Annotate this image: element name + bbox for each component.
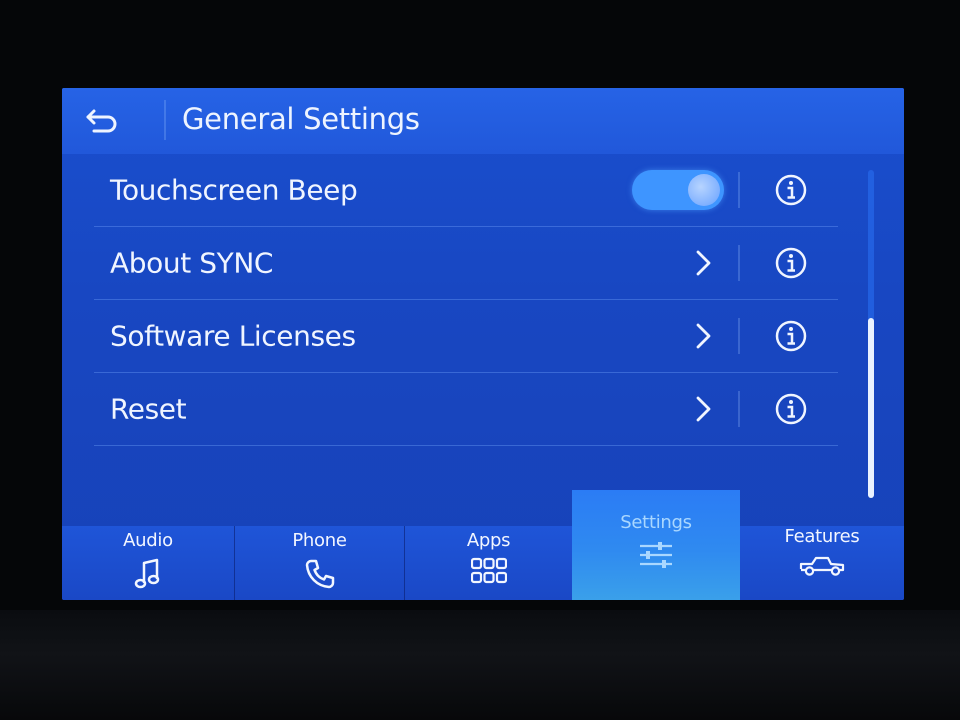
page-title: General Settings — [182, 102, 420, 136]
toggle-knob — [688, 174, 720, 206]
tab-audio[interactable]: Audio — [62, 526, 234, 600]
info-icon[interactable] — [774, 392, 808, 426]
info-icon[interactable] — [774, 173, 808, 207]
tab-label: Audio — [123, 530, 173, 551]
music-note-icon — [134, 558, 160, 589]
setting-label: Touchscreen Beep — [110, 173, 358, 207]
info-icon[interactable] — [774, 319, 808, 353]
scrollbar-thumb[interactable] — [868, 318, 874, 498]
setting-row-about-sync[interactable]: About SYNC — [94, 227, 838, 300]
setting-label: Software Licenses — [110, 319, 356, 353]
setting-row-touchscreen-beep: Touchscreen Beep — [94, 154, 838, 227]
chevron-right-icon — [696, 323, 711, 349]
header-bar: General Settings — [62, 88, 904, 154]
tab-label: Apps — [466, 530, 511, 551]
setting-label: About SYNC — [110, 246, 274, 280]
phone-icon — [305, 559, 334, 589]
sync-screen: General Settings Touchscreen Beep About … — [62, 88, 904, 600]
tab-label: Phone — [292, 530, 347, 551]
setting-label: Reset — [110, 392, 187, 426]
touchscreen-beep-toggle[interactable] — [632, 170, 724, 210]
truck-icon — [799, 556, 845, 576]
setting-row-reset[interactable]: Reset — [94, 373, 838, 446]
tab-phone[interactable]: Phone — [235, 526, 404, 600]
back-arrow-icon — [86, 109, 117, 133]
chevron-right-icon — [696, 396, 711, 422]
bottom-tab-bar: Audio Phone Apps Settings Features — [62, 490, 904, 600]
row-separator — [738, 172, 740, 208]
back-button[interactable] — [84, 98, 164, 144]
tab-features[interactable]: Features — [740, 526, 904, 600]
row-separator — [738, 391, 740, 427]
row-separator — [738, 318, 740, 354]
tab-settings[interactable]: Settings — [572, 490, 740, 600]
header-divider — [164, 100, 166, 140]
bezel — [0, 610, 960, 720]
setting-row-software-licenses[interactable]: Software Licenses — [94, 300, 838, 373]
chevron-right-icon — [696, 250, 711, 276]
apps-grid-icon — [470, 557, 507, 584]
tab-apps[interactable]: Apps — [405, 526, 572, 600]
tab-label: Features — [784, 526, 860, 547]
info-icon[interactable] — [774, 246, 808, 280]
tab-label: Settings — [620, 512, 692, 533]
row-separator — [738, 245, 740, 281]
sliders-icon — [640, 542, 672, 568]
